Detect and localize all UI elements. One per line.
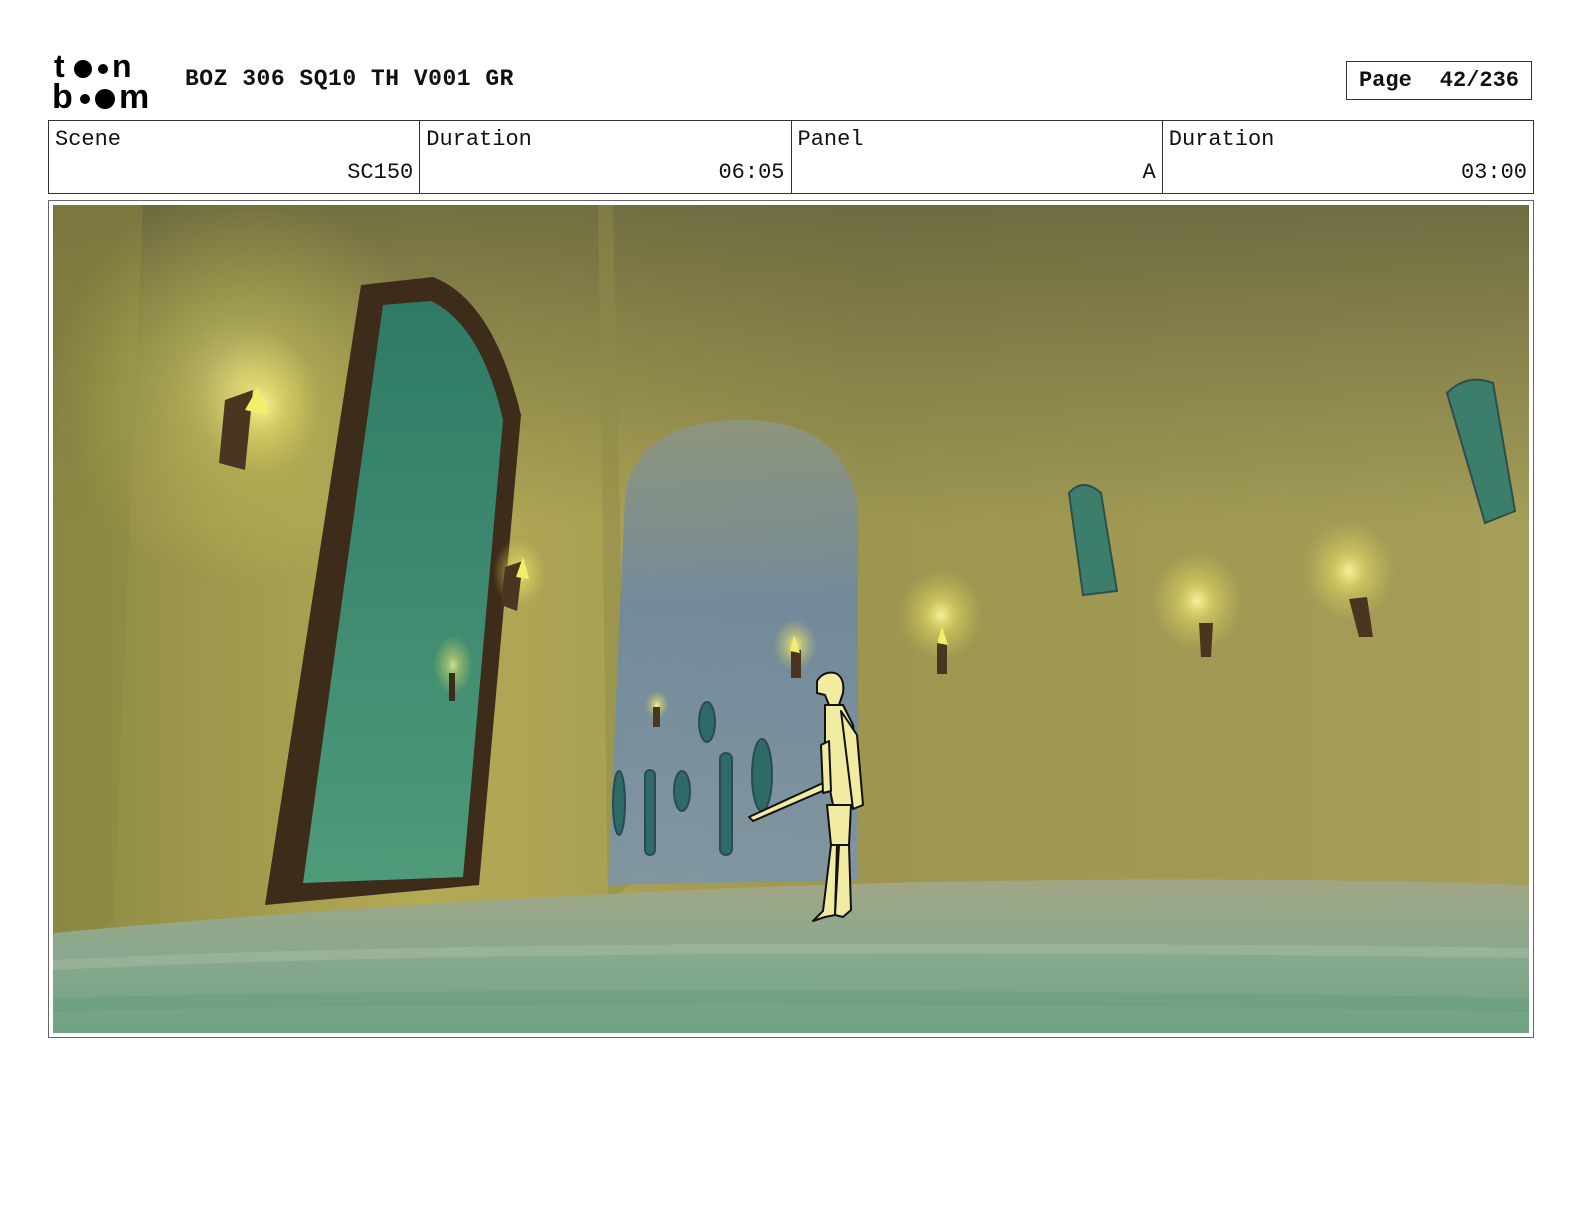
page-number: 42/236 — [1439, 68, 1520, 93]
panel-value: A — [1142, 160, 1156, 185]
panel-duration-cell: Duration 03:00 — [1163, 121, 1533, 193]
scene-duration-label: Duration — [426, 127, 532, 152]
svg-text:m: m — [119, 78, 149, 112]
storyboard-panel — [48, 200, 1534, 1038]
scene-duration-value: 06:05 — [718, 160, 785, 185]
svg-text:b: b — [52, 78, 73, 112]
scene-value: SC150 — [347, 160, 414, 185]
scene-label: Scene — [55, 127, 122, 152]
scene-duration-cell: Duration 06:05 — [420, 121, 792, 193]
panel-label: Panel — [797, 127, 864, 152]
panel-duration-label: Duration — [1168, 127, 1275, 152]
scene-info-row: Scene SC150 Duration 06:05 Panel A Durat… — [48, 120, 1534, 194]
panel-artwork — [53, 205, 1529, 1033]
document-title: BOZ 306 SQ10 TH V001 GR — [185, 66, 514, 92]
torch-left — [201, 335, 321, 475]
page-label: Page — [1358, 68, 1412, 93]
panel-duration-value: 03:00 — [1460, 160, 1527, 185]
scene-cell: Scene SC150 — [49, 121, 421, 193]
panel-cell: Panel A — [792, 121, 1163, 193]
page-indicator: Page 42/236 — [1346, 61, 1532, 100]
toon-boom-logo: t n b m — [52, 50, 149, 112]
